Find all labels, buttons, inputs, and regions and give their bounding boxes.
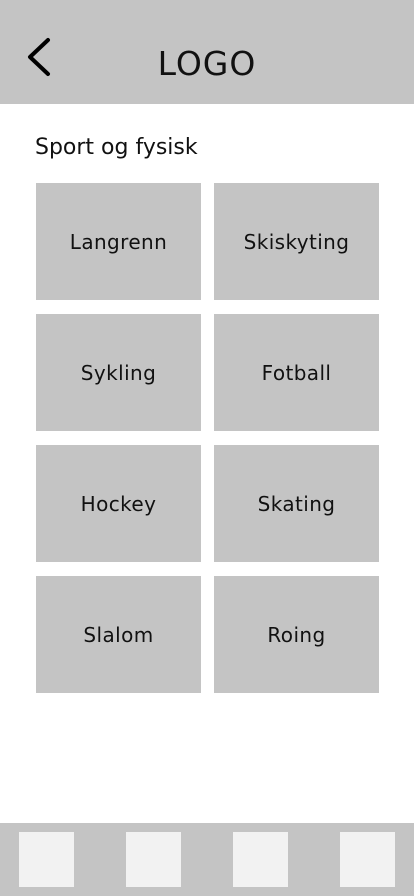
top-header: LOGO [0,0,414,104]
tile-slalom[interactable]: Slalom [36,576,201,693]
tile-fotball[interactable]: Fotball [214,314,379,431]
nav-item-2[interactable] [126,832,181,887]
tile-roing[interactable]: Roing [214,576,379,693]
nav-item-3[interactable] [233,832,288,887]
tile-hockey[interactable]: Hockey [36,445,201,562]
tile-sykling[interactable]: Sykling [36,314,201,431]
section-title: Sport og fysisk [35,135,198,160]
logo: LOGO [157,44,257,83]
nav-item-1[interactable] [19,832,74,887]
nav-item-4[interactable] [340,832,395,887]
tile-skating[interactable]: Skating [214,445,379,562]
bottom-nav [0,823,414,896]
tile-skiskyting[interactable]: Skiskyting [214,183,379,300]
sport-tile-grid: Langrenn Skiskyting Sykling Fotball Hock… [36,183,379,693]
tile-langrenn[interactable]: Langrenn [36,183,201,300]
